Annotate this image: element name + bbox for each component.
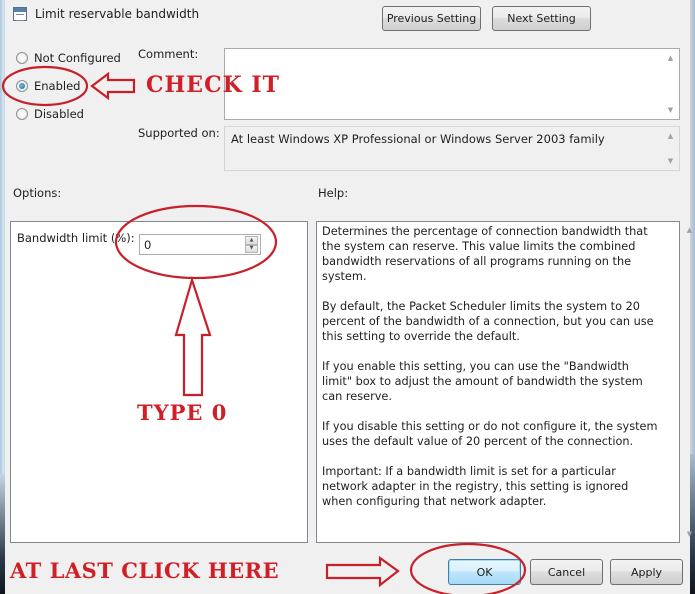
options-panel: Bandwidth limit (%): 0 ▲ ▼ xyxy=(10,221,308,543)
spin-up-icon[interactable]: ▲ xyxy=(245,236,258,245)
scroll-up-icon[interactable]: ▲ xyxy=(662,51,679,65)
help-text: Determines the percentage of connection … xyxy=(322,224,659,524)
comment-textarea[interactable]: ▲ ▼ xyxy=(224,48,680,120)
supported-on-value: At least Windows XP Professional or Wind… xyxy=(231,132,605,146)
scroll-down-icon[interactable]: ▼ xyxy=(662,103,679,117)
help-label: Help: xyxy=(318,186,349,200)
previous-setting-button[interactable]: Previous Setting xyxy=(382,6,481,31)
supported-scrollbar[interactable]: ▲ ▼ xyxy=(662,127,679,170)
comment-scrollbar[interactable]: ▲ ▼ xyxy=(662,49,679,119)
dialog-title: Limit reservable bandwidth xyxy=(35,7,200,21)
policy-setting-icon xyxy=(13,7,27,21)
radio-indicator[interactable] xyxy=(16,52,28,64)
click-here-annotation: AT LAST CLICK HERE xyxy=(10,558,280,583)
type-zero-annotation: TYPE 0 xyxy=(137,400,228,425)
help-panel: Determines the percentage of connection … xyxy=(316,221,680,543)
help-scrollbar[interactable]: ▲ ▼ xyxy=(681,221,695,543)
comment-label: Comment: xyxy=(138,47,199,61)
cancel-button[interactable]: Cancel xyxy=(530,559,603,585)
scroll-down-icon[interactable]: ▼ xyxy=(662,154,679,168)
click-here-arrow-icon xyxy=(325,555,400,588)
window-frame-left xyxy=(0,0,5,594)
bandwidth-limit-label: Bandwidth limit (%): xyxy=(17,231,135,245)
options-label: Options: xyxy=(13,186,62,200)
supported-on-field: At least Windows XP Professional or Wind… xyxy=(224,126,680,171)
radio-indicator[interactable] xyxy=(16,108,28,120)
scroll-up-icon[interactable]: ▲ xyxy=(662,129,679,143)
help-paragraph: If you enable this setting, you can use … xyxy=(322,360,643,403)
radio-label: Enabled xyxy=(34,79,81,93)
check-it-annotation: CHECK IT xyxy=(146,72,281,98)
apply-button[interactable]: Apply xyxy=(610,559,683,585)
radio-label: Not Configured xyxy=(34,51,121,65)
radio-disabled[interactable]: Disabled xyxy=(16,107,84,121)
next-setting-button[interactable]: Next Setting xyxy=(492,6,591,31)
help-paragraph: Determines the percentage of connection … xyxy=(322,225,648,283)
ok-button[interactable]: OK xyxy=(448,559,521,585)
bandwidth-limit-spinbox[interactable]: 0 ▲ ▼ xyxy=(139,234,261,255)
bandwidth-limit-value[interactable]: 0 xyxy=(144,238,151,252)
dialog-header: Limit reservable bandwidth xyxy=(13,4,199,24)
radio-not-configured[interactable]: Not Configured xyxy=(16,51,121,65)
scroll-down-icon[interactable]: ▼ xyxy=(681,527,695,541)
radio-label: Disabled xyxy=(34,107,84,121)
help-paragraph: If you disable this setting or do not co… xyxy=(322,420,658,448)
spin-down-icon[interactable]: ▼ xyxy=(245,244,258,253)
supported-on-label: Supported on: xyxy=(138,126,220,140)
help-paragraph: By default, the Packet Scheduler limits … xyxy=(322,300,654,343)
help-paragraph: Important: If a bandwidth limit is set f… xyxy=(322,465,629,508)
radio-enabled[interactable]: Enabled xyxy=(16,79,80,93)
scroll-up-icon[interactable]: ▲ xyxy=(681,223,695,237)
check-it-arrow-icon xyxy=(90,71,136,101)
radio-indicator[interactable] xyxy=(16,80,28,92)
